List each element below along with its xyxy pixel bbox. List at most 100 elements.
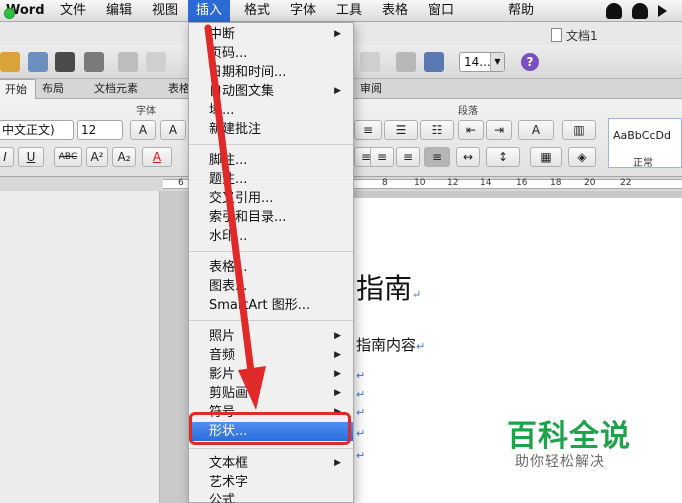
shrink-font-button[interactable]: A <box>160 120 186 140</box>
group-label-font: 字体 <box>136 106 156 117</box>
menu-item-autotext[interactable]: 自动图文集 ▶ <box>189 82 353 101</box>
menu-table[interactable]: 表格 <box>382 0 408 22</box>
multilevel-list-button[interactable]: ☷ <box>420 120 454 140</box>
ruler-number: 18 <box>550 178 562 188</box>
tab-home[interactable]: 开始 <box>0 79 36 99</box>
decrease-indent-button[interactable]: ⇤ <box>458 120 484 140</box>
menu-item-photo[interactable]: 照片 ▶ <box>189 327 353 346</box>
italic-button[interactable]: I <box>0 147 14 167</box>
menu-window[interactable]: 窗口 <box>428 0 454 22</box>
align-center-button[interactable]: ≡ <box>370 147 394 167</box>
increase-indent-button[interactable]: ⇥ <box>486 120 512 140</box>
style-gallery-normal[interactable]: AaBbCcDd 正常 <box>608 118 682 169</box>
menu-item-break[interactable]: 中断 ▶ <box>189 25 353 44</box>
sidebar-toggle-icon[interactable] <box>360 52 380 72</box>
align-right-button[interactable]: ≡ <box>396 147 420 167</box>
menu-file[interactable]: 文件 <box>60 0 86 22</box>
save-icon[interactable] <box>55 52 75 72</box>
menu-item-equation[interactable]: 公式 <box>189 491 353 503</box>
tab-layout[interactable]: 布局 <box>34 79 72 99</box>
paragraph-mark-icon: ↵ <box>416 340 426 353</box>
font-color-button[interactable]: A <box>142 147 172 167</box>
qq-icon-2[interactable] <box>632 3 648 19</box>
menubar: Word 文件 编辑 视图 插入 格式 字体 工具 表格 窗口 帮助 <box>0 0 682 22</box>
menu-format[interactable]: 格式 <box>244 0 270 22</box>
menu-item-clip-art[interactable]: 剪贴画 ▶ <box>189 384 353 403</box>
menu-item-caption[interactable]: 题注... <box>189 170 353 189</box>
style-sample-text: AaBbCcDd <box>613 129 671 142</box>
strikethrough-button[interactable]: ABC <box>54 147 82 167</box>
menu-item-footnote[interactable]: 脚注... <box>189 151 353 170</box>
menu-item-index-toc[interactable]: 索引和目录... <box>189 208 353 227</box>
menu-item-chart[interactable]: 图表... <box>189 277 353 296</box>
menu-item-cross-reference[interactable]: 交叉引用... <box>189 189 353 208</box>
fast-forward-icon[interactable] <box>658 5 676 17</box>
menu-view[interactable]: 视图 <box>152 0 178 22</box>
grow-font-button[interactable]: A <box>130 120 156 140</box>
menu-item-text-box[interactable]: 文本框 ▶ <box>189 454 353 473</box>
new-document-icon[interactable] <box>0 52 20 72</box>
menu-item-page-numbers[interactable]: 页码... <box>189 44 353 63</box>
zoom-select[interactable]: 14... ▼ <box>459 52 505 72</box>
ruler-number: 10 <box>414 178 426 188</box>
qq-icon[interactable] <box>606 3 622 19</box>
watermark-title: 百科全说 <box>507 419 631 454</box>
columns-button[interactable]: ▥ <box>562 120 596 140</box>
subscript-button[interactable]: A₂ <box>112 147 136 167</box>
menu-item-label: 中断 <box>209 27 236 42</box>
bullets-button[interactable]: ≡ <box>354 120 382 140</box>
document-title: 文档1 <box>551 27 598 44</box>
font-name-value: 中文正文) <box>2 123 55 137</box>
superscript-button[interactable]: A² <box>86 147 108 167</box>
menu-item-audio[interactable]: 音频 ▶ <box>189 346 353 365</box>
menu-item-label: 照片 <box>209 329 236 344</box>
menu-help[interactable]: 帮助 <box>508 0 534 22</box>
table-icon[interactable] <box>396 52 416 72</box>
tab-review[interactable]: 审阅 <box>352 79 390 99</box>
document-icon <box>551 28 562 42</box>
document-heading[interactable]: 指南↵ <box>356 267 421 307</box>
print-icon[interactable] <box>84 52 104 72</box>
heading-text: 指南 <box>356 272 413 305</box>
menu-item-field[interactable]: 域... <box>189 101 353 120</box>
menu-item-label: 自动图文集 <box>209 84 275 99</box>
menu-item-date-time[interactable]: 日期和时间... <box>189 63 353 82</box>
font-size-field[interactable]: 12 <box>77 120 123 140</box>
menu-tools[interactable]: 工具 <box>336 0 362 22</box>
media-browser-icon[interactable] <box>424 52 444 72</box>
sort-button[interactable]: A <box>518 120 554 140</box>
font-name-field[interactable]: 中文正文) <box>0 120 74 140</box>
menu-edit[interactable]: 编辑 <box>106 0 132 22</box>
shading-button[interactable]: ◈ <box>568 147 596 167</box>
menu-item-movie[interactable]: 影片 ▶ <box>189 365 353 384</box>
document-body-line[interactable]: 指南内容↵ <box>356 334 425 355</box>
menu-item-label: 文本框 <box>209 456 249 471</box>
submenu-arrow-icon: ▶ <box>334 86 341 96</box>
copy-icon[interactable] <box>146 52 166 72</box>
underline-button[interactable]: U <box>18 147 44 167</box>
help-icon[interactable]: ? <box>521 53 539 71</box>
menu-item-watermark[interactable]: 水印... <box>189 227 353 246</box>
menu-insert[interactable]: 插入 <box>188 0 231 22</box>
ruler-number: 8 <box>382 178 388 188</box>
ruler-number: 14 <box>480 178 492 188</box>
ruler-number: 22 <box>620 178 632 188</box>
submenu-arrow-icon: ▶ <box>334 29 341 39</box>
font-size-value: 12 <box>81 123 97 137</box>
tab-document-elements[interactable]: 文档元素 <box>86 79 146 99</box>
numbering-button[interactable]: ☰ <box>384 120 418 140</box>
menu-font[interactable]: 字体 <box>290 0 316 22</box>
document-title-text: 文档1 <box>566 29 598 43</box>
borders-button[interactable]: ▦ <box>530 147 562 167</box>
menu-item-wordart[interactable]: 艺术字 <box>189 473 353 492</box>
cut-icon[interactable] <box>118 52 138 72</box>
menu-item-new-comment[interactable]: 新建批注 <box>189 120 353 139</box>
menu-item-label: 剪贴画 <box>209 386 249 401</box>
text-direction-button[interactable]: ↔ <box>456 147 480 167</box>
open-icon[interactable] <box>28 52 48 72</box>
menu-item-table[interactable]: 表格... <box>189 258 353 277</box>
justify-button[interactable]: ≡ <box>424 147 450 167</box>
line-spacing-button[interactable]: ↕ <box>486 147 520 167</box>
window-zoom-button[interactable] <box>4 8 15 19</box>
menu-item-smartart[interactable]: SmartArt 图形... <box>189 296 353 315</box>
